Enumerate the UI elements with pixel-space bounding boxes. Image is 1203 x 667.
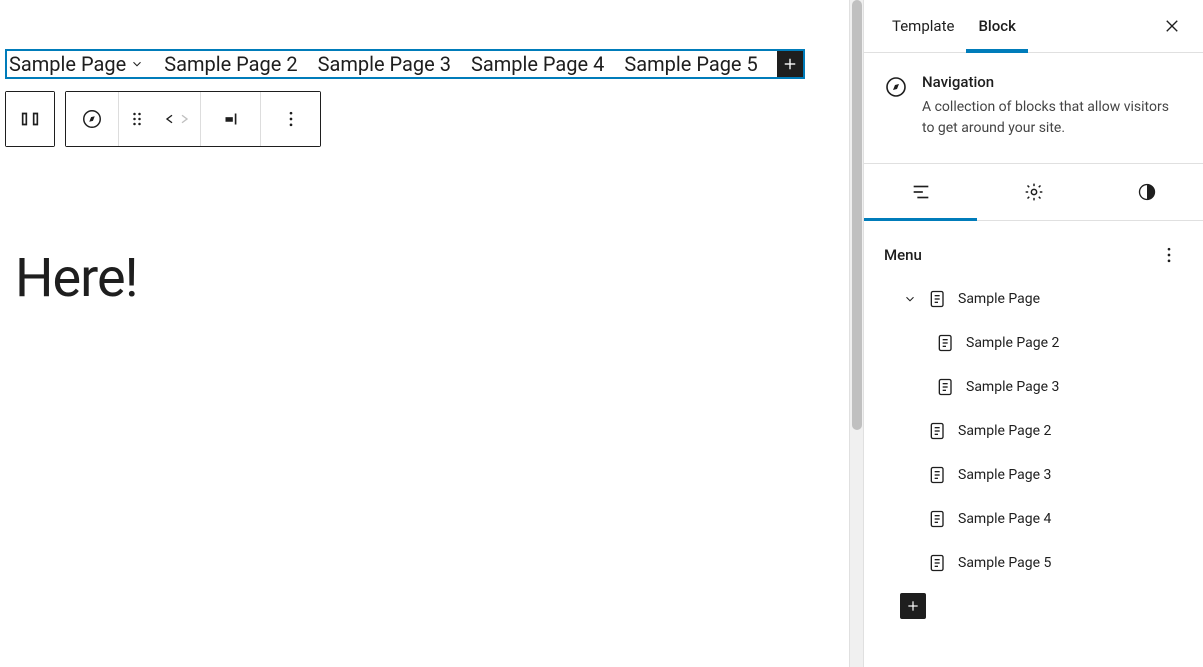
dots-vertical-icon xyxy=(1159,245,1179,265)
page-icon xyxy=(928,465,948,485)
block-desc-text: A collection of blocks that allow visito… xyxy=(922,97,1183,139)
compass-icon xyxy=(884,75,908,99)
tree-item-label: Sample Page 4 xyxy=(958,511,1051,527)
nav-item-0[interactable]: Sample Page xyxy=(7,52,154,76)
settings-sidebar: Template Block Navigation A collection o… xyxy=(863,0,1203,667)
page-icon xyxy=(936,377,956,397)
menu-section-header: Menu xyxy=(864,221,1203,277)
add-menu-item-button[interactable] xyxy=(900,593,926,619)
plus-icon xyxy=(905,598,921,614)
nav-item-3[interactable]: Sample Page 4 xyxy=(461,52,614,76)
block-description: Navigation A collection of blocks that a… xyxy=(864,53,1203,164)
block-type-button[interactable] xyxy=(66,92,118,146)
tree-row[interactable]: Sample Page xyxy=(884,277,1183,321)
scrollbar-thumb[interactable] xyxy=(852,0,862,430)
move-controls[interactable] xyxy=(154,92,200,146)
nav-item-label: Sample Page 4 xyxy=(471,52,604,76)
canvas-scrollbar[interactable] xyxy=(849,0,863,667)
navigation-block[interactable]: Sample Page Sample Page 2 Sample Page 3 … xyxy=(5,49,805,79)
menu-label: Menu xyxy=(884,246,922,264)
sidebar-tabs: Template Block xyxy=(864,0,1203,53)
tab-template[interactable]: Template xyxy=(880,0,966,52)
move-arrows-icon xyxy=(162,110,192,128)
nav-item-label: Sample Page 5 xyxy=(624,52,757,76)
chevron-down-icon xyxy=(903,292,917,306)
page-icon xyxy=(928,421,948,441)
block-title: Navigation xyxy=(922,73,1183,91)
chevron-down-icon xyxy=(130,57,144,71)
tree-row[interactable]: Sample Page 5 xyxy=(884,541,1183,585)
page-icon xyxy=(928,509,948,529)
nav-item-label: Sample Page 3 xyxy=(318,52,451,76)
justify-button[interactable] xyxy=(200,92,260,146)
tree-item-label: Sample Page 2 xyxy=(958,423,1051,439)
dots-vertical-icon xyxy=(281,109,301,129)
page-icon xyxy=(928,289,948,309)
page-heading[interactable]: Here! xyxy=(15,247,849,310)
plus-icon xyxy=(781,55,799,73)
select-parent-icon xyxy=(19,108,41,130)
tree-expand-toggle[interactable] xyxy=(902,292,918,306)
tree-item-label: Sample Page 5 xyxy=(958,555,1051,571)
nav-item-4[interactable]: Sample Page 5 xyxy=(614,52,767,76)
styles-icon xyxy=(1137,182,1157,202)
tree-item-label: Sample Page xyxy=(958,291,1040,307)
tree-row[interactable]: Sample Page 2 xyxy=(884,409,1183,453)
gear-icon xyxy=(1024,182,1044,202)
page-icon xyxy=(928,553,948,573)
add-nav-item-button[interactable] xyxy=(777,51,803,77)
tab-block[interactable]: Block xyxy=(966,0,1027,52)
block-toolbar xyxy=(5,91,849,147)
page-icon xyxy=(936,333,956,353)
menu-tree: Sample Page Sample Page 2 Sample Page 3 Sam… xyxy=(864,277,1203,585)
tree-item-label: Sample Page 3 xyxy=(958,467,1051,483)
tree-row[interactable]: Sample Page 2 xyxy=(884,321,1183,365)
tree-row[interactable]: Sample Page 3 xyxy=(884,453,1183,497)
compass-icon xyxy=(81,108,103,130)
tree-item-label: Sample Page 3 xyxy=(966,379,1059,395)
tab-list-view[interactable] xyxy=(864,164,977,220)
close-sidebar-button[interactable] xyxy=(1163,14,1187,38)
menu-actions-button[interactable] xyxy=(1155,241,1183,269)
drag-icon xyxy=(127,109,147,129)
more-options-button[interactable] xyxy=(260,92,320,146)
nav-item-2[interactable]: Sample Page 3 xyxy=(308,52,461,76)
select-parent-button[interactable] xyxy=(6,92,54,146)
tree-row[interactable]: Sample Page 3 xyxy=(884,365,1183,409)
inspector-view-tabs xyxy=(864,164,1203,221)
nav-item-label: Sample Page 2 xyxy=(164,52,297,76)
close-icon xyxy=(1163,17,1181,35)
nav-item-1[interactable]: Sample Page 2 xyxy=(154,52,307,76)
tree-row[interactable]: Sample Page 4 xyxy=(884,497,1183,541)
drag-handle-button[interactable] xyxy=(118,92,154,146)
tab-styles[interactable] xyxy=(1090,164,1203,220)
nav-item-label: Sample Page xyxy=(9,52,126,76)
list-view-icon xyxy=(910,181,932,203)
align-icon xyxy=(220,108,242,130)
tab-settings[interactable] xyxy=(977,164,1090,220)
tree-item-label: Sample Page 2 xyxy=(966,335,1059,351)
